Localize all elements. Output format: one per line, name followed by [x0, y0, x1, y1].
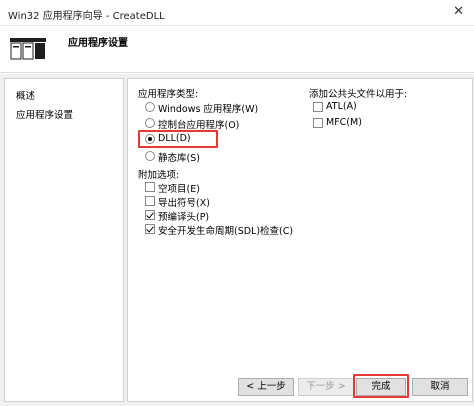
checkbox-sdl-checks[interactable]: 安全开发生命周期(SDL)检查(C)	[145, 223, 325, 237]
checkbox[interactable]	[145, 182, 155, 192]
cancel-button[interactable]: 取消	[412, 378, 468, 396]
checkbox-atl[interactable]: ATL(A)	[313, 101, 383, 115]
radio-button[interactable]	[145, 118, 155, 128]
radio-console-app[interactable]: 控制台应用程序(O)	[145, 117, 295, 131]
title-bar: Win32 应用程序向导 - CreateDLL ✕	[0, 0, 474, 26]
nav-item-overview[interactable]: 概述	[16, 88, 35, 102]
checkbox-label: 导出符号(X)	[158, 198, 210, 209]
next-button[interactable]: 下一步 >	[298, 378, 354, 396]
finish-button[interactable]: 完成	[356, 378, 406, 396]
checkbox-label: 空项目(E)	[158, 184, 200, 195]
checkbox[interactable]	[313, 102, 323, 112]
radio-static-lib[interactable]: 静态库(S)	[145, 150, 245, 164]
radio-label: 控制台应用程序(O)	[158, 120, 240, 131]
checkbox[interactable]	[145, 196, 155, 206]
radio-label: 静态库(S)	[158, 153, 200, 164]
settings-panel: 应用程序类型: Windows 应用程序(W) 控制台应用程序(O) DLL(D…	[127, 78, 473, 402]
radio-button[interactable]	[145, 102, 155, 112]
checkbox-empty-project[interactable]: 空项目(E)	[145, 181, 255, 195]
nav-item-app-settings[interactable]: 应用程序设置	[16, 107, 73, 121]
radio-button[interactable]	[145, 151, 155, 161]
radio-label: DLL(D)	[158, 133, 191, 144]
checkbox-mfc[interactable]: MFC(M)	[313, 117, 383, 131]
prev-button[interactable]: < 上一步	[238, 378, 294, 396]
app-type-label: 应用程序类型:	[138, 89, 199, 100]
checkbox[interactable]	[313, 118, 323, 128]
window-stack-icon	[10, 38, 46, 60]
checkbox-export-symbols[interactable]: 导出符号(X)	[145, 195, 255, 209]
common-headers-label: 添加公共头文件以用于:	[309, 89, 408, 100]
checkbox[interactable]	[145, 210, 155, 220]
checkbox-label: ATL(A)	[326, 101, 357, 112]
window-title: Win32 应用程序向导 - CreateDLL	[8, 11, 165, 22]
close-icon[interactable]: ✕	[453, 5, 464, 19]
radio-button[interactable]	[145, 134, 155, 144]
radio-label: Windows 应用程序(W)	[158, 104, 259, 115]
page-title: 应用程序设置	[68, 38, 128, 49]
radio-windows-app[interactable]: Windows 应用程序(W)	[145, 101, 295, 115]
checkbox-precompiled-header[interactable]: 预编译头(P)	[145, 209, 255, 223]
checkbox-label: 安全开发生命周期(SDL)检查(C)	[158, 226, 294, 237]
checkbox-label: 预编译头(P)	[158, 212, 210, 223]
radio-dll[interactable]: DLL(D)	[145, 133, 215, 147]
checkbox-label: MFC(M)	[326, 117, 362, 128]
extra-options-label: 附加选项:	[138, 170, 180, 181]
checkbox[interactable]	[145, 224, 155, 234]
wizard-nav: 概述 应用程序设置	[4, 78, 124, 402]
wizard-header: 应用程序设置	[0, 26, 474, 73]
